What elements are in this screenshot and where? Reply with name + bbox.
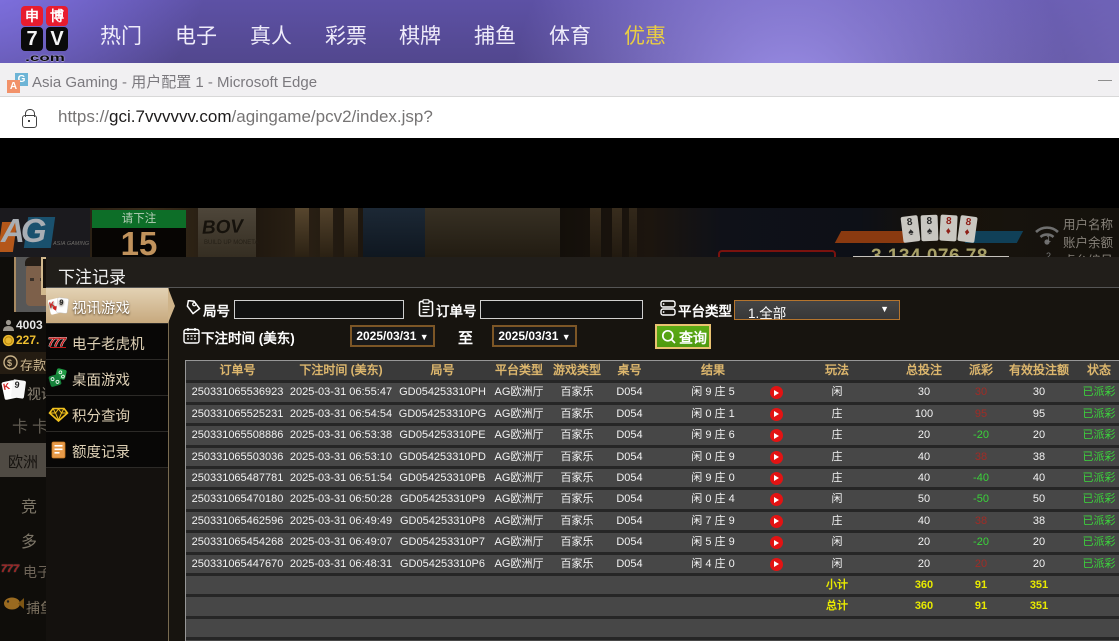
svg-text:$: $ — [7, 358, 12, 368]
svg-text:777: 777 — [48, 335, 67, 349]
